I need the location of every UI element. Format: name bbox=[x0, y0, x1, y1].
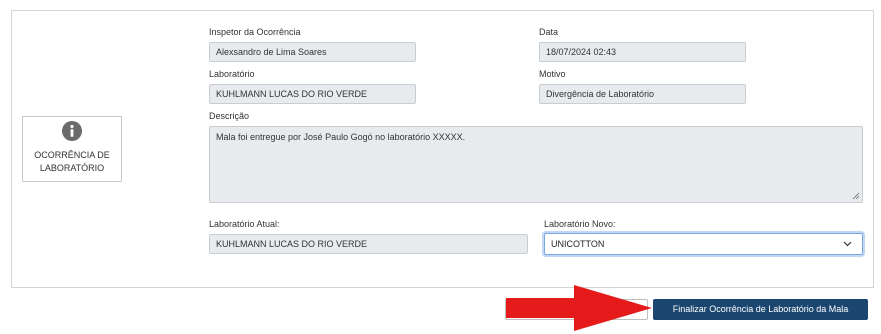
current-lab-field[interactable]: KUHLMANN LUCAS DO RIO VERDE bbox=[209, 234, 528, 254]
badge-label: OCORRÊNCIA DE LABORATÓRIO bbox=[34, 150, 110, 173]
reason-label: Motivo bbox=[539, 69, 566, 79]
date-field[interactable]: 18/07/2024 02:43 bbox=[539, 42, 746, 62]
resize-grip-icon[interactable] bbox=[852, 192, 860, 200]
current-lab-label: Laboratório Atual: bbox=[209, 219, 280, 229]
occurrence-type-badge: OCORRÊNCIA DE LABORATÓRIO bbox=[22, 116, 122, 182]
chevron-down-icon bbox=[843, 241, 852, 247]
finalize-occurrence-button[interactable]: Finalizar Ocorrência de Laboratório da M… bbox=[653, 299, 868, 320]
new-lab-label: Laboratório Novo: bbox=[544, 219, 616, 229]
inspector-field[interactable]: Alexsandro de Lima Soares bbox=[209, 42, 416, 62]
laboratory-label: Laboratório bbox=[209, 69, 255, 79]
new-lab-selected-value: UNICOTTON bbox=[551, 239, 605, 249]
date-label: Data bbox=[539, 27, 559, 37]
description-text: Mala foi entregue por José Paulo Gogó no… bbox=[216, 132, 466, 142]
info-circle-icon bbox=[62, 121, 82, 141]
laboratory-field[interactable]: KUHLMANN LUCAS DO RIO VERDE bbox=[209, 84, 416, 104]
reason-field[interactable]: Divergência de Laboratório bbox=[539, 84, 746, 104]
red-arrow-annotation bbox=[506, 285, 652, 331]
new-lab-select[interactable]: UNICOTTON bbox=[544, 233, 863, 255]
description-textarea[interactable]: Mala foi entregue por José Paulo Gogó no… bbox=[209, 126, 863, 203]
description-label: Descrição bbox=[209, 111, 250, 121]
inspector-label: Inspetor da Ocorrência bbox=[209, 27, 301, 37]
